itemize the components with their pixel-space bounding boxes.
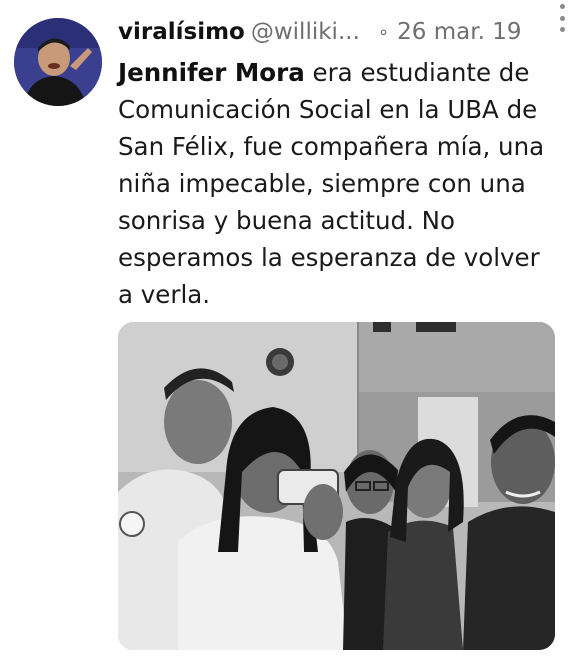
tweet-body: era estudiante de Comunicación Social en… [118,58,545,309]
dot-icon [559,4,565,9]
tweet-photo[interactable] [118,322,555,650]
user-avatar[interactable] [14,18,102,106]
dot-icon [559,15,565,21]
more-options-icon[interactable] [555,4,569,32]
tweet-date[interactable]: 26 mar. 19 [397,19,521,45]
avatar-photo-icon [14,18,102,106]
display-name[interactable]: viralísimo [118,19,245,45]
dot-icon [559,27,565,32]
user-handle[interactable]: @williki... [251,19,360,45]
tweet-text: Jennifer Mora era estudiante de Comunica… [118,54,558,313]
photo-icon [118,322,555,650]
mention-link[interactable]: Jennifer Mora [118,58,305,87]
tweet-header: viralísimo @williki... ∘ 26 mar. 19 [118,14,558,50]
separator-dot: ∘ [377,21,390,43]
tweet-card[interactable]: viralísimo @williki... ∘ 26 mar. 19 Jenn… [0,0,575,657]
